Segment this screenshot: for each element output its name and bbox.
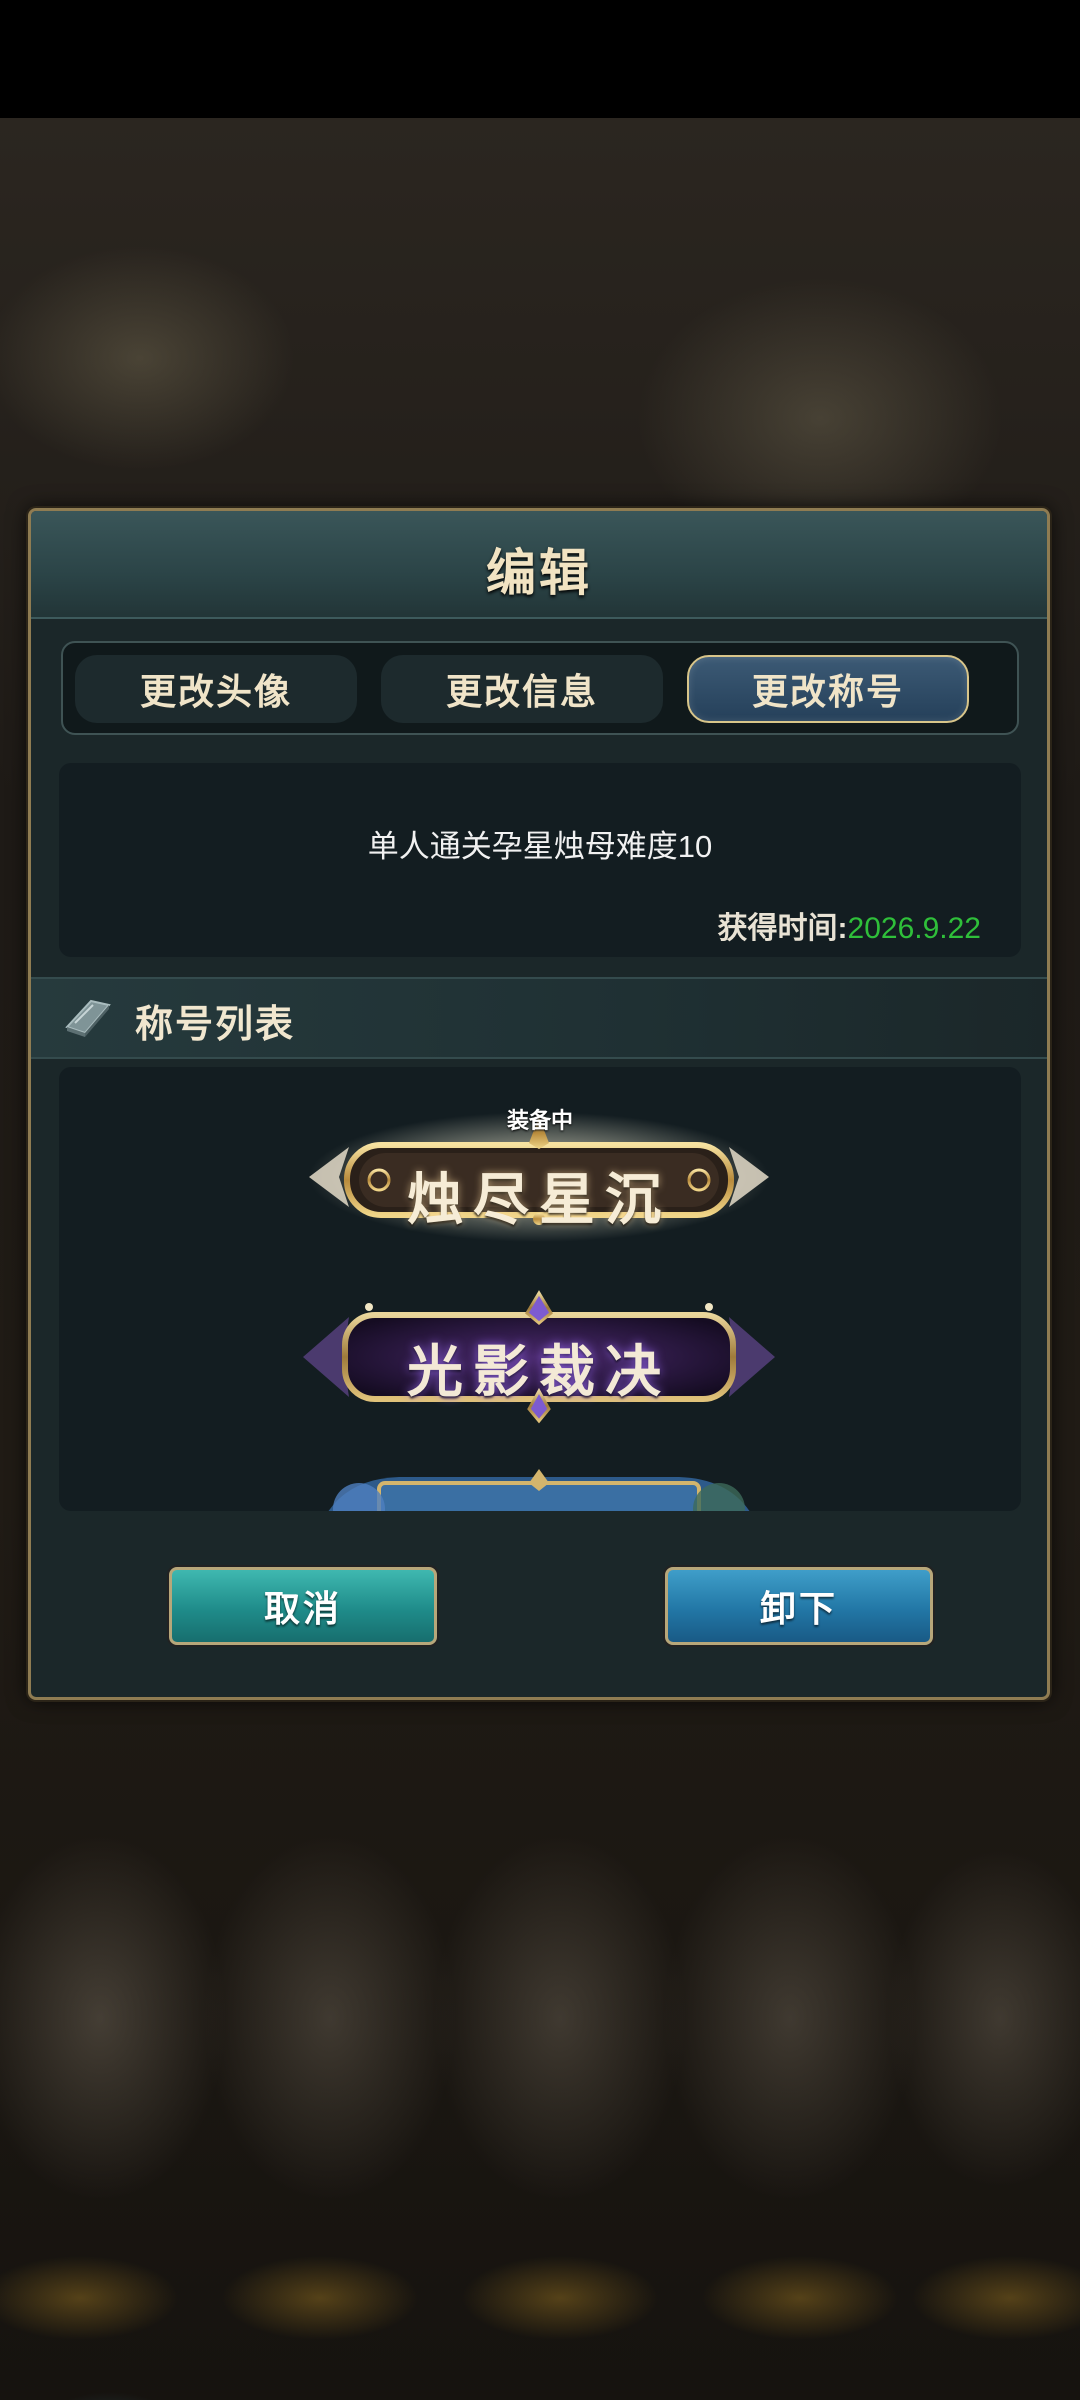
unequip-button[interactable]: 卸下 <box>665 1567 933 1645</box>
title-badge-name: 光影裁决 <box>407 1339 671 1405</box>
title-badge[interactable]: 光影裁决 <box>299 1287 779 1427</box>
obtained-time-label: 获得时间: <box>717 912 848 945</box>
tab-change-title[interactable]: 更改称号 <box>687 655 969 723</box>
title-condition: 单人通关孕星烛母难度10 <box>367 829 713 864</box>
title-list-heading: 称号列表 <box>135 1001 296 1046</box>
title-list: 装备中 烛尽星沉 光影裁决 <box>59 1067 1021 1511</box>
obtained-time: 获得时间:2026.9.22 <box>718 903 981 947</box>
status-bar <box>0 0 1080 118</box>
title-list-header: 称号列表 <box>31 977 1047 1059</box>
dialog-header: 编辑 <box>31 511 1047 619</box>
equipped-label: 装备中 <box>506 1108 573 1133</box>
title-badge-name: 烛尽星沉 <box>407 1167 671 1233</box>
cancel-button[interactable]: 取消 <box>169 1567 437 1645</box>
blue-badge-frame <box>328 1469 750 1511</box>
book-icon <box>65 999 111 1037</box>
title-badge-partial[interactable] <box>299 1469 779 1511</box>
tab-change-avatar[interactable]: 更改头像 <box>75 655 357 723</box>
tab-change-info[interactable]: 更改信息 <box>381 655 663 723</box>
tab-bar: 更改头像 更改信息 更改称号 <box>61 641 1019 735</box>
dialog-title: 编辑 <box>486 543 592 602</box>
edit-dialog: 编辑 更改头像 更改信息 更改称号 单人通关孕星烛母难度10 获得时间:2026… <box>28 508 1050 1700</box>
obtained-time-value: 2026.9.22 <box>847 912 981 945</box>
title-info-panel: 单人通关孕星烛母难度10 获得时间:2026.9.22 <box>59 763 1021 957</box>
